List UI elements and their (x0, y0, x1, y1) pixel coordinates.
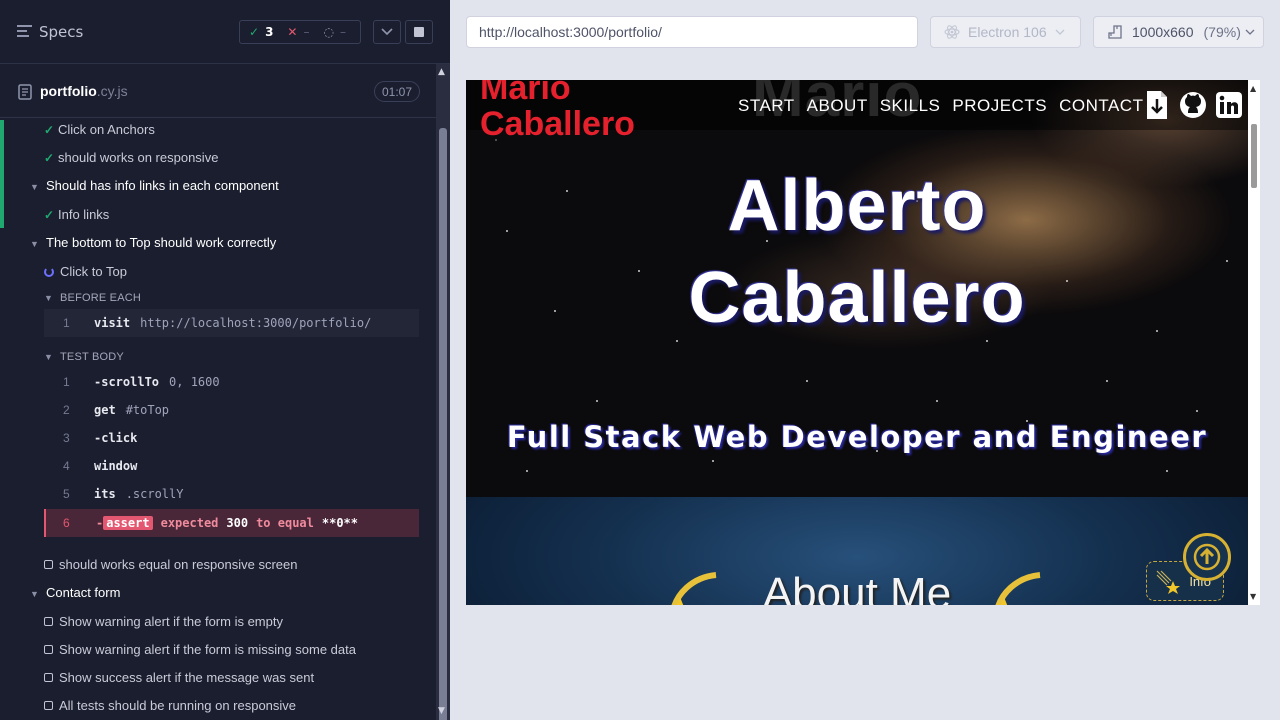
scroll-up-arrow-icon[interactable]: ▲ (1250, 84, 1256, 93)
about-title: About Me (762, 569, 952, 605)
hero-subtitle: Full Stack Web Developer and Engineer (506, 420, 1208, 454)
test-item[interactable]: Show warning alert if the form is missin… (44, 642, 356, 657)
check-icon: ✓ (44, 123, 55, 137)
assert-badge: assert (103, 516, 153, 530)
test-item[interactable]: should works equal on responsive screen (44, 557, 297, 572)
site-nav-links: START ABOUT SKILLS PROJECTS CONTACT (738, 96, 1143, 116)
about-section: About Me Info (466, 497, 1248, 605)
scroll-down-arrow-icon[interactable]: ▼ (1250, 592, 1256, 601)
document-icon (18, 84, 32, 100)
chevron-down-icon: ▼ (44, 293, 54, 303)
test-item[interactable]: Show warning alert if the form is empty (44, 614, 283, 629)
suite-item[interactable]: ▼ Contact form (30, 585, 120, 600)
comet-icon (995, 572, 1041, 605)
running-test-item[interactable]: Click to Top (44, 264, 127, 279)
collapse-button[interactable] (373, 20, 401, 44)
check-icon: ✓ (249, 25, 260, 39)
test-body-hook[interactable]: ▼ TEST BODY (44, 351, 124, 363)
hero-section: Mario Mario Caballero START ABOUT SKILLS… (466, 80, 1248, 497)
scroll-down-arrow-icon[interactable]: ▼ (438, 706, 445, 716)
nav-skills[interactable]: SKILLS (880, 96, 941, 116)
command-row[interactable]: 1 -scrollTo 0, 1600 (44, 368, 419, 396)
shooting-star-icon (1156, 570, 1180, 594)
command-row[interactable]: 1 visit http://localhost:3000/portfolio/ (44, 309, 419, 337)
stop-icon (414, 27, 424, 37)
command-row[interactable]: 2 get #toTop (44, 396, 419, 424)
command-row[interactable]: 4 window (44, 452, 419, 480)
aut-scrollbar[interactable]: ▲ ▼ (1248, 80, 1260, 605)
test-item[interactable]: ✓ Click on Anchors (44, 122, 155, 137)
scrollbar-thumb[interactable] (1251, 124, 1257, 188)
reporter-scrollbar[interactable]: ▲ ▼ (436, 64, 450, 720)
nav-contact[interactable]: CONTACT (1059, 96, 1143, 116)
failed-command-row[interactable]: 6 - assert expected 300 to equal **0** (44, 509, 419, 537)
chevron-down-icon: ▼ (44, 352, 54, 362)
pending-box-icon (44, 673, 53, 682)
pending-box-icon (44, 560, 53, 569)
scroll-up-arrow-icon[interactable]: ▲ (438, 67, 445, 77)
suite-item[interactable]: ▼ The bottom to Top should work correctly (30, 235, 276, 250)
github-icon[interactable] (1178, 90, 1208, 120)
app-under-test: Mario Mario Caballero START ABOUT SKILLS… (466, 80, 1248, 605)
chevron-down-icon: ▼ (30, 182, 39, 192)
viewport-selector[interactable]: 1000x660 (79%) (1093, 16, 1264, 48)
check-icon: ✓ (44, 208, 55, 222)
chevron-down-icon (1245, 29, 1255, 35)
nav-projects[interactable]: PROJECTS (952, 96, 1047, 116)
chevron-down-icon: ▼ (30, 589, 39, 599)
hero-name: Alberto Caballero (688, 166, 1026, 338)
electron-icon (944, 25, 960, 39)
test-item[interactable]: Show success alert if the message was se… (44, 670, 314, 685)
url-bar[interactable]: http://localhost:3000/portfolio/ (466, 16, 918, 48)
arrow-up-circle-icon (1193, 543, 1221, 571)
chevron-down-icon: ▼ (30, 239, 39, 249)
chevron-down-icon (1055, 29, 1065, 35)
specs-list-icon[interactable] (17, 25, 32, 39)
pending-box-icon (44, 701, 53, 710)
chevron-down-icon (381, 28, 393, 36)
test-stats: ✓ 3 ✕ – ◌ – (239, 20, 361, 44)
pending-stat: ◌ – (323, 25, 346, 39)
test-item[interactable]: ✓ should works on responsive (44, 150, 218, 165)
site-nav-icons (1142, 90, 1244, 120)
cypress-reporter: Specs ✓ 3 ✕ – ◌ – portfolio.cy.js 01:07 … (0, 0, 450, 720)
spec-duration: 01:07 (374, 81, 421, 102)
to-top-button[interactable] (1183, 533, 1231, 581)
site-brand[interactable]: Mario Caballero (480, 80, 680, 142)
x-icon: ✕ (287, 25, 298, 39)
stop-button[interactable] (405, 20, 433, 44)
ruler-icon (1108, 25, 1122, 39)
nav-start[interactable]: START (738, 96, 795, 116)
scrollbar-thumb[interactable] (439, 128, 447, 720)
passed-stat: ✓ 3 (249, 25, 274, 39)
command-row[interactable]: 3 -click (44, 424, 419, 452)
test-item[interactable]: All tests should be running on responsiv… (44, 698, 296, 713)
passed-indicator-bar (0, 120, 4, 228)
spec-file-name[interactable]: portfolio.cy.js (40, 83, 128, 99)
download-cv-icon[interactable] (1142, 90, 1172, 120)
spinner-icon (44, 267, 54, 277)
nav-about[interactable]: ABOUT (807, 96, 868, 116)
test-item[interactable]: ✓ Info links (44, 207, 109, 222)
browser-selector[interactable]: Electron 106 (930, 16, 1081, 48)
pending-box-icon (44, 617, 53, 626)
suite-item[interactable]: ▼ Should has info links in each component (30, 178, 279, 193)
pending-box-icon (44, 645, 53, 654)
check-icon: ✓ (44, 151, 55, 165)
command-row[interactable]: 5 its .scrollY (44, 480, 419, 508)
failed-stat: ✕ – (287, 25, 310, 39)
before-each-hook[interactable]: ▼ BEFORE EACH (44, 292, 141, 304)
pending-circle-icon: ◌ (323, 25, 334, 39)
specs-label[interactable]: Specs (39, 23, 83, 41)
linkedin-icon[interactable] (1214, 90, 1244, 120)
reporter-header: Specs ✓ 3 ✕ – ◌ – (0, 0, 450, 64)
